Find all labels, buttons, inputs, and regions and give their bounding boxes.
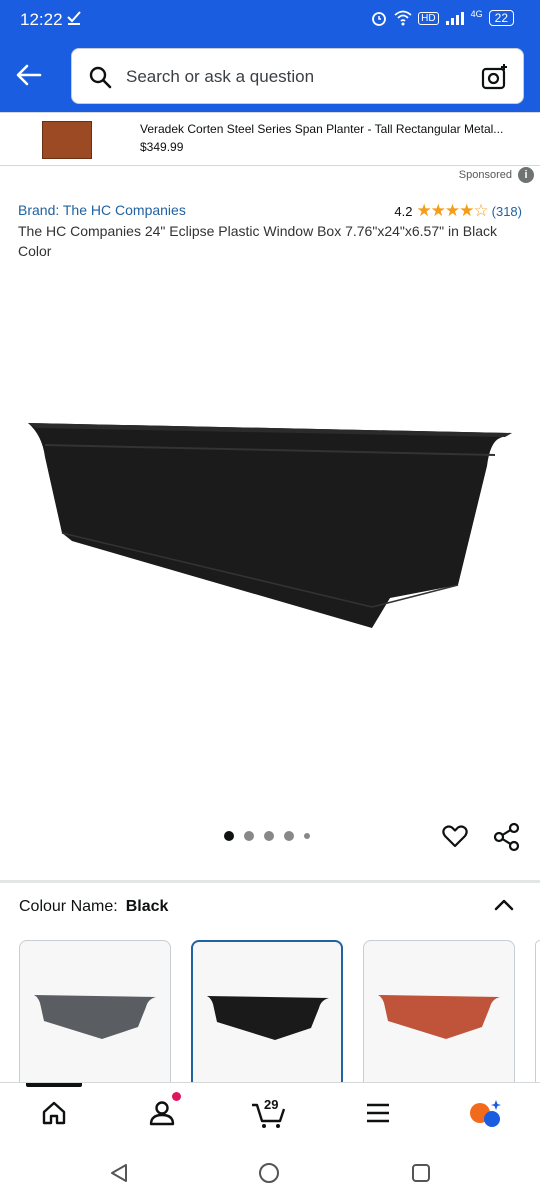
banner-title: Veradek Corten Steel Series Span Planter… xyxy=(140,122,504,136)
carousel-dot[interactable] xyxy=(224,831,234,841)
colour-swatches xyxy=(19,940,515,1090)
brand-link[interactable]: Brand: The HC Companies xyxy=(18,202,186,218)
home-icon[interactable] xyxy=(40,1099,68,1127)
carousel-dot[interactable] xyxy=(264,831,274,841)
bottom-nav: 29 xyxy=(0,1082,540,1144)
back-arrow-icon[interactable] xyxy=(14,60,44,90)
battery-icon: 22 xyxy=(488,10,514,26)
rufus-assistant-icon[interactable] xyxy=(468,1099,502,1129)
rating-value: 4.2 xyxy=(394,203,413,219)
camera-search-icon[interactable] xyxy=(481,63,509,91)
system-recents-icon[interactable] xyxy=(410,1162,432,1184)
section-divider xyxy=(0,880,540,883)
menu-icon[interactable] xyxy=(364,1099,392,1127)
colour-value: Black xyxy=(125,898,169,915)
product-image[interactable] xyxy=(0,270,540,820)
share-icon[interactable] xyxy=(493,822,521,852)
colour-selector-header: Colour Name: Black xyxy=(19,898,168,916)
sponsored-label: Sponsored xyxy=(458,169,512,181)
check-icon xyxy=(67,11,81,25)
rating-summary[interactable]: 4.2 ★★★★☆ (318) xyxy=(394,201,522,221)
app-header: Search or ask a question xyxy=(0,38,540,112)
planter-thumbnail xyxy=(42,121,92,159)
status-time: 12:22 xyxy=(20,10,63,29)
sponsored-product-banner[interactable]: Veradek Corten Steel Series Span Planter… xyxy=(0,112,540,166)
alarm-icon xyxy=(372,12,387,26)
banner-price: $349.99 xyxy=(140,140,184,154)
system-back-icon[interactable] xyxy=(108,1162,130,1184)
heart-icon[interactable] xyxy=(441,822,469,850)
star-rating-icon: ★★★★☆ xyxy=(416,201,488,220)
search-placeholder: Search or ask a question xyxy=(126,67,315,86)
status-bar: 12:22 HD 4G 22 xyxy=(0,0,540,38)
chevron-up-icon[interactable] xyxy=(494,897,514,913)
colour-swatch-next[interactable] xyxy=(535,940,540,1090)
signal-icon xyxy=(445,12,464,25)
image-carousel-dots[interactable] xyxy=(224,831,310,841)
grey-planter-thumbnail xyxy=(34,995,156,1039)
account-icon[interactable] xyxy=(148,1099,176,1127)
info-icon[interactable]: i xyxy=(518,167,534,183)
hd-icon: HD xyxy=(418,11,439,25)
battery-level: 22 xyxy=(494,11,508,25)
carousel-dot[interactable] xyxy=(284,831,294,841)
carousel-dot[interactable] xyxy=(304,833,310,839)
terracotta-planter-thumbnail xyxy=(378,995,500,1039)
colour-label: Colour Name: xyxy=(19,898,118,915)
notification-dot xyxy=(172,1092,181,1101)
active-tab-indicator xyxy=(26,1083,82,1087)
system-nav-bar xyxy=(0,1144,540,1204)
carousel-dot[interactable] xyxy=(244,831,254,841)
system-home-icon[interactable] xyxy=(258,1162,280,1184)
colour-swatch-black[interactable] xyxy=(191,940,343,1090)
wifi-icon xyxy=(394,10,412,26)
search-input[interactable]: Search or ask a question xyxy=(71,48,524,104)
colour-swatch-terracotta[interactable] xyxy=(363,940,515,1090)
search-icon xyxy=(89,66,112,89)
review-count: (318) xyxy=(491,203,522,219)
black-planter-thumbnail xyxy=(207,996,329,1040)
colour-swatch-grey[interactable] xyxy=(19,940,171,1090)
network-type: 4G xyxy=(470,9,483,19)
cart-count: 29 xyxy=(264,1097,279,1112)
product-title: The HC Companies 24" Eclipse Plastic Win… xyxy=(18,223,497,259)
